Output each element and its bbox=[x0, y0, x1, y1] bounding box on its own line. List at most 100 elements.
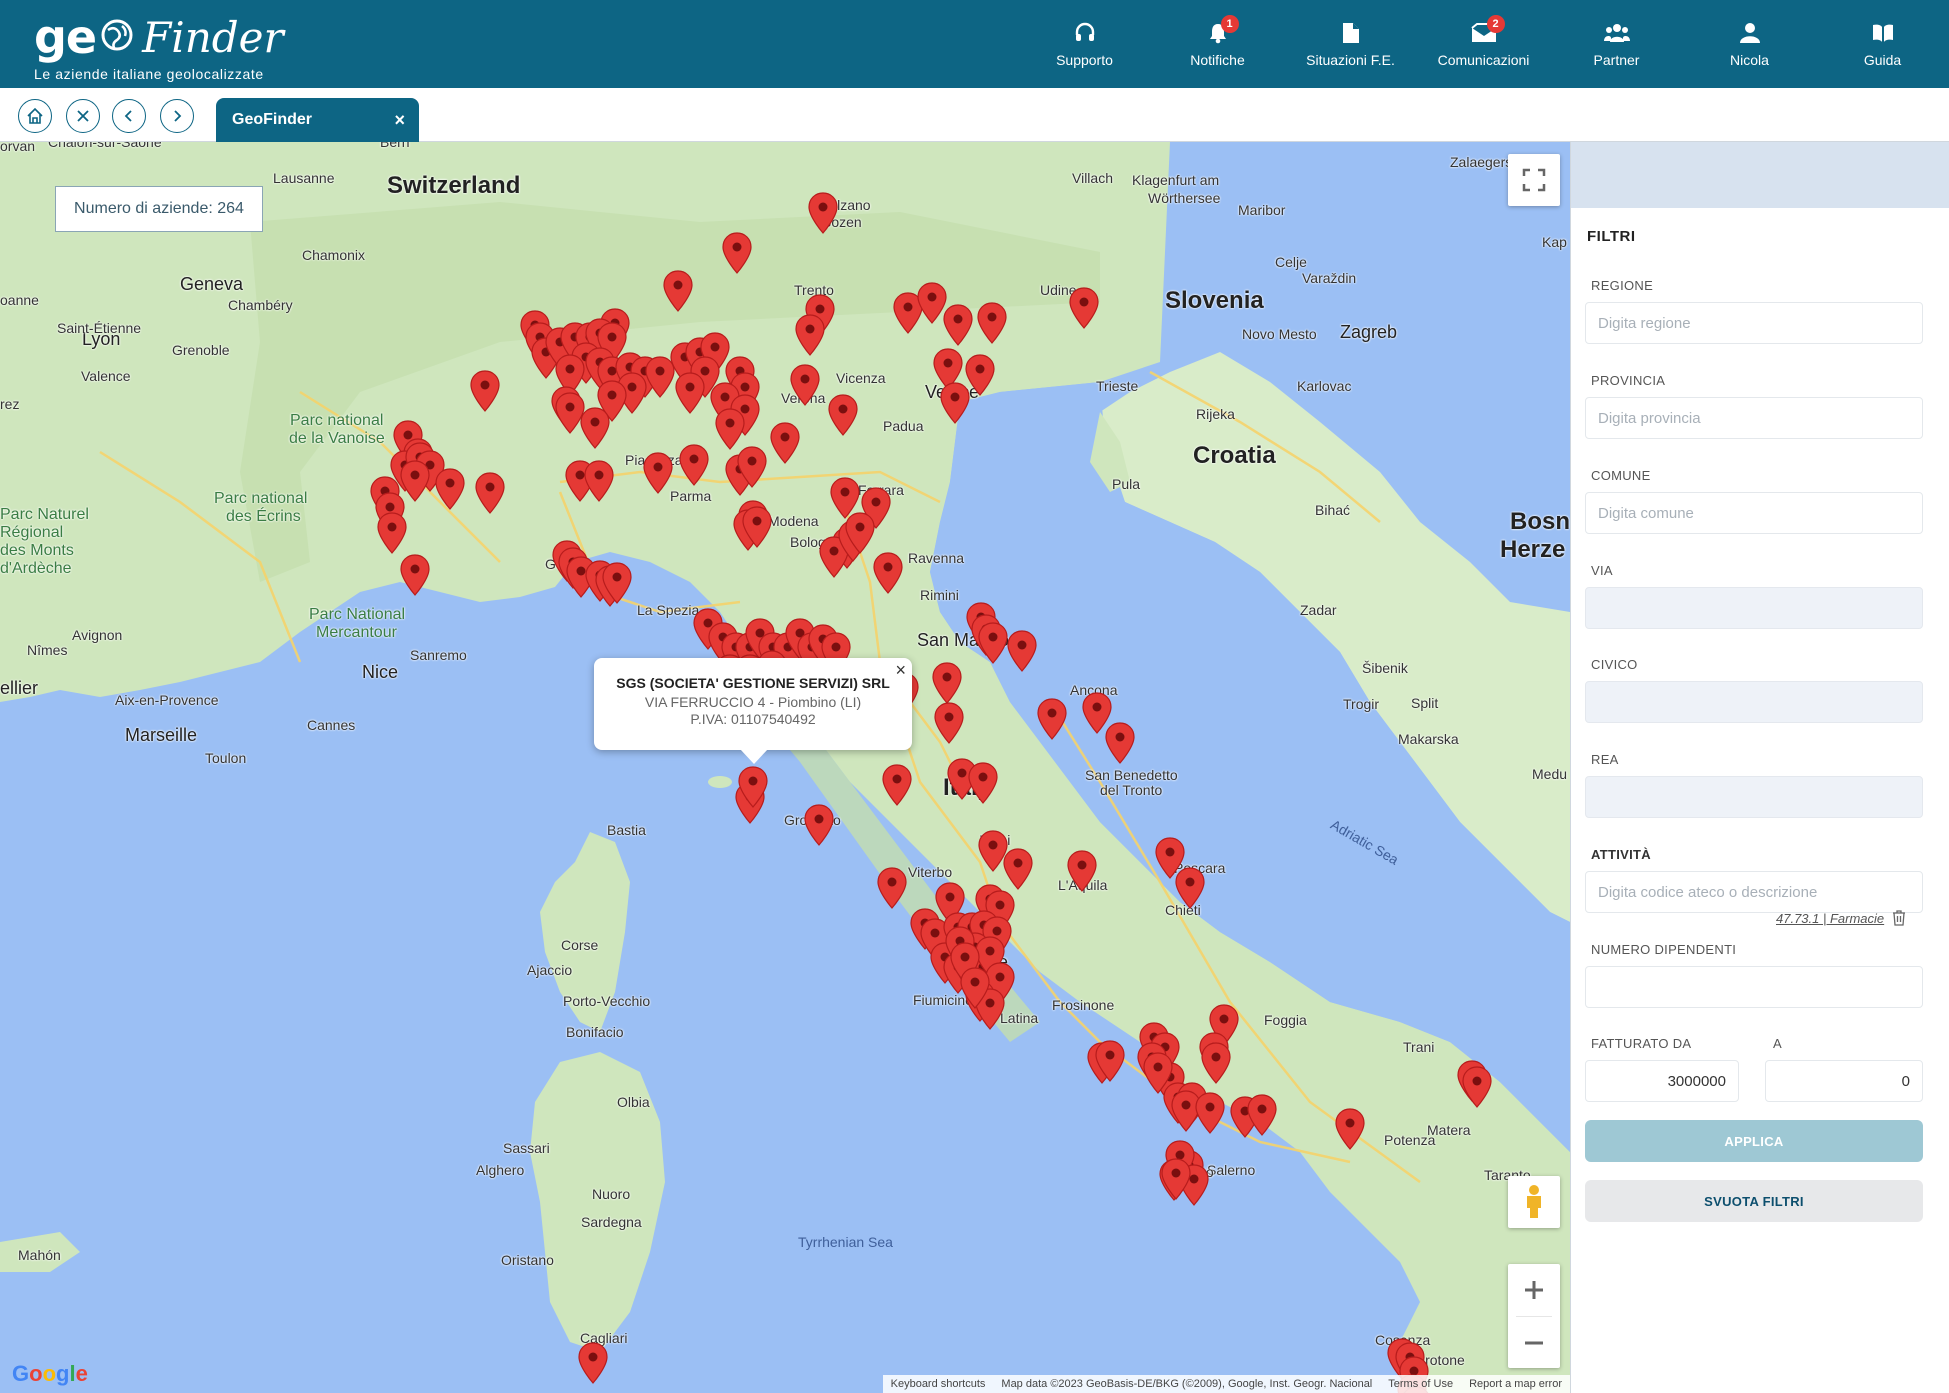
dipendenti-label: NUMERO DIPENDENTI bbox=[1591, 942, 1737, 957]
fatturato-a-input[interactable]: 0 bbox=[1765, 1060, 1923, 1102]
civico-label: CIVICO bbox=[1591, 657, 1638, 672]
attivita-input[interactable]: Digita codice ateco o descrizione bbox=[1585, 871, 1923, 913]
company-map-pin[interactable] bbox=[943, 304, 973, 346]
company-map-pin[interactable] bbox=[1175, 867, 1205, 909]
nav-situazioni-fe[interactable]: Situazioni F.E. bbox=[1284, 0, 1417, 88]
google-logo[interactable]: Google bbox=[12, 1361, 88, 1387]
fatturato-da-input[interactable]: 3000000 bbox=[1585, 1060, 1739, 1102]
company-map-pin[interactable] bbox=[1161, 1158, 1191, 1200]
company-map-pin[interactable] bbox=[679, 444, 709, 486]
regione-input[interactable]: Digita regione bbox=[1585, 302, 1923, 344]
company-map-pin[interactable] bbox=[1335, 1108, 1365, 1150]
zoom-out-button[interactable] bbox=[1508, 1317, 1560, 1369]
notification-badge: 1 bbox=[1220, 15, 1239, 33]
back-button[interactable] bbox=[112, 99, 146, 133]
company-map-pin[interactable] bbox=[722, 232, 752, 274]
filters-sidebar: FILTRI REGIONE Digita regione PROVINCIA … bbox=[1570, 142, 1949, 1393]
company-map-pin[interactable] bbox=[1003, 848, 1033, 890]
company-map-pin[interactable] bbox=[1095, 1040, 1125, 1082]
logo[interactable]: ge Finder Le aziende italiane geolocaliz… bbox=[34, 10, 284, 82]
street-view-button[interactable] bbox=[1508, 1176, 1560, 1228]
company-map-pin[interactable] bbox=[470, 370, 500, 412]
nav-partner[interactable]: Partner bbox=[1550, 0, 1683, 88]
terms-of-use-link[interactable]: Terms of Use bbox=[1380, 1378, 1461, 1390]
company-map-pin[interactable] bbox=[808, 192, 838, 234]
company-map-pin[interactable] bbox=[1037, 698, 1067, 740]
company-map-pin[interactable] bbox=[1007, 630, 1037, 672]
popup-close-button[interactable]: × bbox=[895, 660, 906, 681]
company-map-pin[interactable] bbox=[1105, 722, 1135, 764]
company-map-pin[interactable] bbox=[555, 392, 585, 434]
nav-user-nicola[interactable]: Nicola bbox=[1683, 0, 1816, 88]
company-map-pin[interactable] bbox=[960, 967, 990, 1009]
ateco-selected-chip[interactable]: 47.73.1 | Farmacie bbox=[1776, 910, 1906, 926]
company-map-pin[interactable] bbox=[1067, 850, 1097, 892]
company-map-pin[interactable] bbox=[737, 446, 767, 488]
clear-filters-button[interactable]: SVUOTA FILTRI bbox=[1585, 1180, 1923, 1222]
company-map-pin[interactable] bbox=[742, 506, 772, 548]
report-map-error-link[interactable]: Report a map error bbox=[1461, 1378, 1570, 1390]
rea-input[interactable] bbox=[1585, 776, 1923, 818]
company-map-pin[interactable] bbox=[643, 452, 673, 494]
company-map-pin[interactable] bbox=[934, 702, 964, 744]
nav-guida[interactable]: Guida bbox=[1816, 0, 1949, 88]
close-all-button[interactable] bbox=[66, 99, 100, 133]
company-map-pin[interactable] bbox=[882, 764, 912, 806]
map-place-label: Trogir bbox=[1343, 696, 1380, 712]
apply-filters-button[interactable]: APPLICA bbox=[1585, 1120, 1923, 1162]
company-map-pin[interactable] bbox=[663, 270, 693, 312]
company-map-pin[interactable] bbox=[873, 552, 903, 594]
tab-strip: GeoFinder × bbox=[0, 88, 1949, 142]
company-map-pin[interactable] bbox=[602, 562, 632, 604]
company-map-pin[interactable] bbox=[578, 1342, 608, 1384]
company-map-pin[interactable] bbox=[1195, 1092, 1225, 1134]
provincia-input[interactable]: Digita provincia bbox=[1585, 397, 1923, 439]
company-map-pin[interactable] bbox=[584, 460, 614, 502]
company-map-pin[interactable] bbox=[435, 468, 465, 510]
company-map-pin[interactable] bbox=[475, 472, 505, 514]
company-map-pin[interactable] bbox=[1201, 1042, 1231, 1084]
nav-notifiche[interactable]: 1 Notifiche bbox=[1151, 0, 1284, 88]
map-place-label: Maribor bbox=[1238, 202, 1286, 218]
company-map-pin[interactable] bbox=[715, 408, 745, 450]
company-map-pin[interactable] bbox=[804, 804, 834, 846]
map-place-label: Lausanne bbox=[273, 170, 335, 186]
company-map-pin[interactable] bbox=[940, 382, 970, 424]
company-map-pin[interactable] bbox=[968, 762, 998, 804]
fatturato-da-value: 3000000 bbox=[1667, 1072, 1726, 1090]
comune-input[interactable]: Digita comune bbox=[1585, 492, 1923, 534]
via-input[interactable] bbox=[1585, 587, 1923, 629]
company-map-pin[interactable] bbox=[877, 867, 907, 909]
fullscreen-button[interactable] bbox=[1508, 154, 1560, 206]
map-view[interactable]: SwitzerlandSloveniaCroatiaItalyBosnHerze… bbox=[0, 142, 1570, 1393]
zoom-in-button[interactable] bbox=[1508, 1264, 1560, 1316]
company-map-pin[interactable] bbox=[828, 394, 858, 436]
selected-company-pin[interactable] bbox=[738, 766, 768, 808]
company-map-pin[interactable] bbox=[977, 302, 1007, 344]
nav-comunicazioni[interactable]: 2 Comunicazioni bbox=[1417, 0, 1550, 88]
tab-close-button[interactable]: × bbox=[394, 110, 405, 131]
company-map-pin[interactable] bbox=[790, 364, 820, 406]
company-map-pin[interactable] bbox=[1247, 1094, 1277, 1136]
company-map-pin[interactable] bbox=[400, 554, 430, 596]
tab-geofinder[interactable]: GeoFinder × bbox=[216, 98, 419, 142]
company-map-pin[interactable] bbox=[845, 512, 875, 554]
civico-input[interactable] bbox=[1585, 681, 1923, 723]
company-map-pin[interactable] bbox=[675, 372, 705, 414]
company-map-pin[interactable] bbox=[1462, 1066, 1492, 1108]
map-place-label: Mahón bbox=[18, 1247, 61, 1263]
company-map-pin[interactable] bbox=[1069, 287, 1099, 329]
company-map-pin[interactable] bbox=[795, 314, 825, 356]
company-map-pin[interactable] bbox=[377, 512, 407, 554]
company-map-pin[interactable] bbox=[932, 662, 962, 704]
dipendenti-input[interactable] bbox=[1585, 966, 1923, 1008]
company-map-pin[interactable] bbox=[770, 422, 800, 464]
nav-supporto[interactable]: Supporto bbox=[1018, 0, 1151, 88]
home-button[interactable] bbox=[18, 99, 52, 133]
trash-icon[interactable] bbox=[1892, 910, 1906, 926]
keyboard-shortcuts-link[interactable]: Keyboard shortcuts bbox=[883, 1378, 994, 1390]
company-map-pin[interactable] bbox=[1143, 1052, 1173, 1094]
map-place-label: Makarska bbox=[1398, 731, 1459, 747]
forward-button[interactable] bbox=[160, 99, 194, 133]
company-map-pin[interactable] bbox=[978, 622, 1008, 664]
